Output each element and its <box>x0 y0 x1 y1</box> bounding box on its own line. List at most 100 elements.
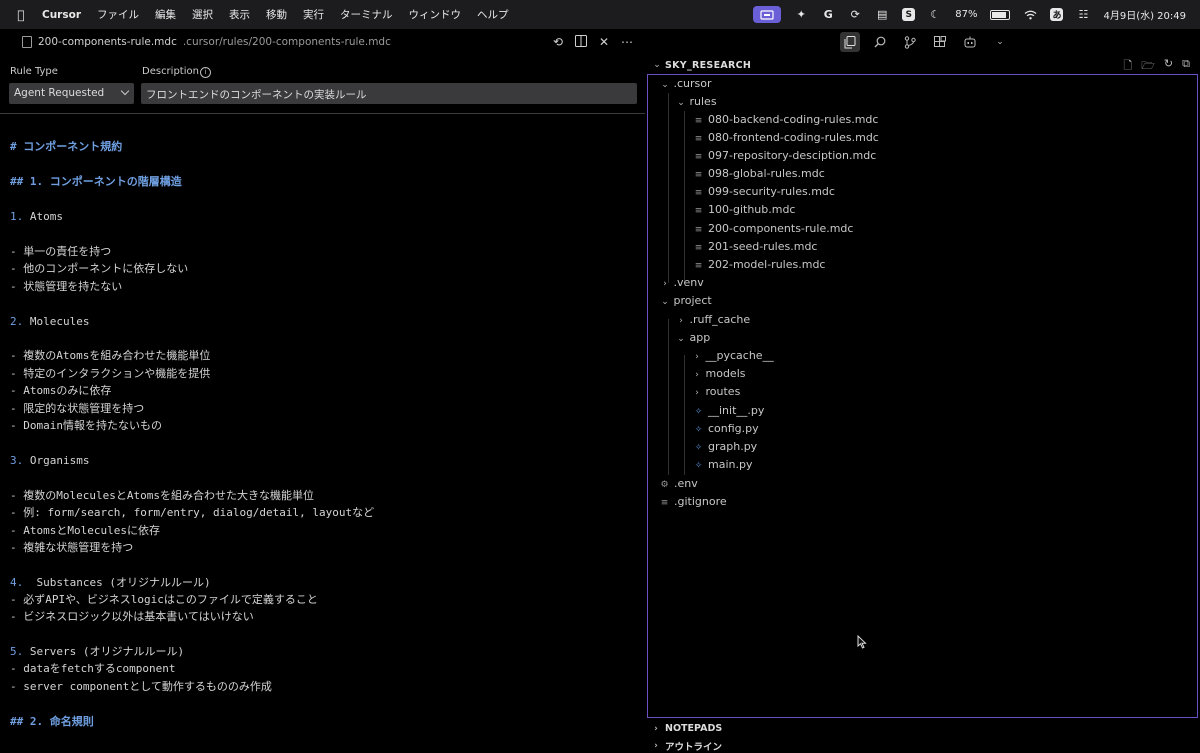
tree-item-file[interactable]: ≡ 097-repository-desciption.mdc <box>648 147 1197 165</box>
notepads-section[interactable]: › NOTEPADS <box>649 720 1200 737</box>
list-item: - 限定的な状態管理を持つ <box>10 402 145 415</box>
pen-icon[interactable]: ✦ <box>794 8 808 22</box>
menu-selection[interactable]: 選択 <box>192 7 213 22</box>
file-lines-icon: ≡ <box>694 206 703 216</box>
chevron-right-icon: › <box>695 352 699 362</box>
activity-icon[interactable]: ▤ <box>875 8 889 22</box>
tree-item-file[interactable]: ≡ 202-model-rules.mdc <box>648 256 1197 274</box>
list-heading-text: Atoms <box>23 210 63 223</box>
rule-settings-panel: Rule Type Description i Agent Requested … <box>0 62 645 114</box>
heading-1: # コンポーネント規約 <box>10 140 123 153</box>
list-number: 4. <box>10 576 24 589</box>
rule-type-select[interactable]: Agent Requested <box>9 83 134 104</box>
list-heading: 4. Substances (オリジナルルール) <box>10 575 211 591</box>
close-icon[interactable]: ✕ <box>599 35 609 49</box>
moon-icon[interactable]: ☾ <box>928 8 942 22</box>
robot-icon[interactable] <box>960 32 980 52</box>
file-lines-icon: ≡ <box>694 116 703 126</box>
tree-item-file[interactable]: ≡ .gitignore <box>648 493 1197 511</box>
chevron-down-icon <box>120 86 130 96</box>
menu-run[interactable]: 実行 <box>303 7 324 22</box>
source-control-icon[interactable] <box>900 32 920 52</box>
tree-item-file[interactable]: ≡ 201-seed-rules.mdc <box>648 238 1197 256</box>
screen-share-icon[interactable] <box>753 6 782 23</box>
list-item: - dataをfetchするcomponent <box>10 662 176 675</box>
editor-file-name[interactable]: 200-components-rule.mdc <box>38 36 177 48</box>
battery-icon[interactable] <box>990 9 1011 20</box>
tree-item-file[interactable]: ≡ 098-global-rules.mdc <box>648 165 1197 183</box>
description-input[interactable]: フロントエンドのコンポーネントの実装ルール <box>141 83 637 104</box>
tree-item-file[interactable]: ✧ config.py <box>648 420 1197 438</box>
file-lines-icon: ≡ <box>694 261 703 271</box>
control-center-icon[interactable]: ☷ <box>1076 8 1090 22</box>
file-icon <box>22 36 32 48</box>
tree-item-file[interactable]: ≡ 200-components-rule.mdc <box>648 220 1197 238</box>
chevron-down-icon: ⌄ <box>677 334 685 344</box>
menu-app-name[interactable]: Cursor <box>42 9 81 21</box>
tree-item-file[interactable]: ≡ 080-backend-coding-rules.mdc <box>648 111 1197 129</box>
tree-item-label: routes <box>705 385 741 398</box>
explorer-icon[interactable] <box>840 32 860 52</box>
tree-item-file[interactable]: ✧ __init__.py <box>648 402 1197 420</box>
menu-file[interactable]: ファイル <box>97 7 139 22</box>
tree-item-folder[interactable]: ⌄ app <box>648 329 1197 347</box>
python-icon: ✧ <box>694 443 703 453</box>
tree-item-label: app <box>689 331 711 344</box>
menu-edit[interactable]: 編集 <box>155 7 176 22</box>
tree-item-file[interactable]: ≡ 100-github.mdc <box>648 201 1197 219</box>
chevron-down-icon[interactable]: ⌄ <box>990 32 1010 52</box>
list-item: - 複数のMoleculesとAtomsを組み合わせた大きな機能単位 <box>10 489 314 502</box>
heading-2: ## 2. 命名規則 <box>10 715 94 728</box>
tree-item-folder[interactable]: ⌄ project <box>648 292 1197 310</box>
list-item: - 他のコンポーネントに依存しない <box>10 262 189 275</box>
tree-item-file[interactable]: ≡ 099-security-rules.mdc <box>648 183 1197 201</box>
tree-item-file[interactable]: ⚙ .env <box>648 475 1197 493</box>
menu-view[interactable]: 表示 <box>229 7 250 22</box>
tree-item-folder[interactable]: › .ruff_cache <box>648 311 1197 329</box>
tree-item-label: 098-global-rules.mdc <box>708 167 825 180</box>
info-icon[interactable]: i <box>200 67 211 78</box>
list-item: - 例: form/search, form/entry, dialog/det… <box>10 506 375 519</box>
menu-bar:  Cursor ファイル 編集 選択 表示 移動 実行 ターミナル ウィンドウ… <box>0 0 1200 29</box>
tree-item-file[interactable]: ✧ graph.py <box>648 438 1197 456</box>
history-icon[interactable]: ⟲ <box>553 35 563 49</box>
tree-item-folder[interactable]: ⌄ rules <box>648 93 1197 111</box>
tree-item-folder[interactable]: › __pycache__ <box>648 347 1197 365</box>
heading-2: ## 1. コンポーネントの階層構造 <box>10 175 182 188</box>
sync-icon[interactable]: ⟳ <box>848 8 862 22</box>
wifi-icon[interactable] <box>1023 8 1037 22</box>
search-icon[interactable] <box>870 32 890 52</box>
tree-item-file[interactable]: ≡ 080-frontend-coding-rules.mdc <box>648 129 1197 147</box>
list-number: 5. <box>10 645 24 658</box>
split-editor-icon[interactable] <box>574 34 587 50</box>
tree-item-folder[interactable]: › models <box>648 365 1197 383</box>
input-mode-icon[interactable]: あ <box>1050 8 1064 21</box>
sidebar-toolbar: ⌄ <box>840 29 1010 55</box>
chevron-right-icon: › <box>654 723 658 734</box>
tree-item-folder[interactable]: › .venv <box>648 274 1197 292</box>
more-icon[interactable]: ⋯ <box>621 35 633 49</box>
python-icon: ✧ <box>694 425 703 435</box>
menu-help[interactable]: ヘルプ <box>477 7 509 22</box>
list-item: - AtomsとMoleculesに依存 <box>10 524 160 537</box>
tree-item-file[interactable]: ✧ main.py <box>648 456 1197 474</box>
menubar-datetime[interactable]: 4月9日(水) 20:49 <box>1103 7 1186 22</box>
menu-terminal[interactable]: ターミナル <box>340 7 393 22</box>
battery-percent: 87% <box>955 9 978 20</box>
apple-icon[interactable]:  <box>14 8 28 22</box>
list-item: - 複雑な状態管理を持つ <box>10 541 134 554</box>
list-item: - 特定のインタラクションや機能を提供 <box>10 367 211 380</box>
menu-window[interactable]: ウィンドウ <box>409 7 462 22</box>
tree-item-folder[interactable]: › routes <box>648 383 1197 401</box>
chevron-down-icon[interactable]: ⌄ <box>652 60 662 70</box>
explorer-title[interactable]: SKY_RESEARCH <box>665 60 751 71</box>
description-label: Description <box>142 66 199 77</box>
extensions-icon[interactable] <box>930 32 950 52</box>
s-app-icon[interactable]: S <box>902 8 916 21</box>
tree-item-label: config.py <box>708 422 759 435</box>
grammarly-icon[interactable]: G <box>821 8 835 22</box>
file-lines-icon: ≡ <box>660 498 669 508</box>
outline-section[interactable]: › アウトライン <box>649 737 1200 753</box>
menu-go[interactable]: 移動 <box>266 7 287 22</box>
tree-item-folder[interactable]: ⌄ .cursor <box>648 75 1197 93</box>
